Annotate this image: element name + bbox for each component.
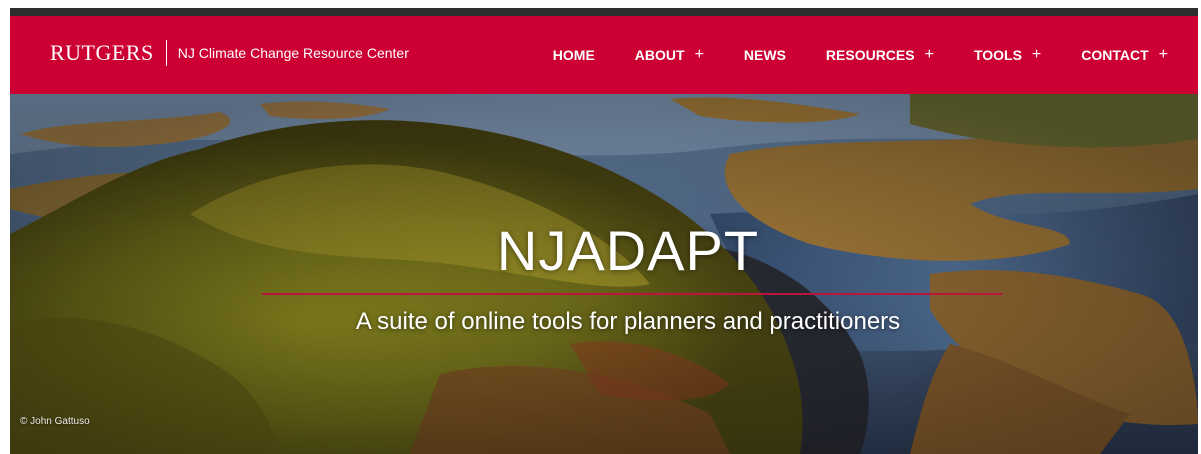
- hero-subtitle: A suite of online tools for planners and…: [355, 308, 901, 335]
- site-title[interactable]: NJ Climate Change Resource Center: [178, 45, 409, 61]
- brand-divider: [165, 40, 167, 66]
- photo-credit: © John Gattuso: [20, 416, 90, 427]
- nav-item-label: ABOUT: [634, 47, 685, 63]
- plus-icon[interactable]: +: [1032, 46, 1041, 64]
- nav-item-label: CONTACT: [1081, 47, 1149, 63]
- hero-title: NJADAPT: [496, 219, 760, 282]
- rutgers-logo[interactable]: RUTGERS: [50, 40, 154, 66]
- nav-item-about[interactable]: ABOUT +: [635, 46, 704, 64]
- hero-divider: [262, 293, 1002, 295]
- page-frame: RUTGERS NJ Climate Change Resource Cente…: [10, 8, 1198, 454]
- main-nav: HOME ABOUT + NEWS RESOURCES + TOOLS + CO…: [513, 46, 1168, 64]
- plus-icon[interactable]: +: [695, 46, 704, 64]
- hero-banner: NJADAPT A suite of online tools for plan…: [10, 94, 1198, 454]
- top-strip: [10, 8, 1198, 16]
- nav-item-label: HOME: [552, 47, 595, 63]
- nav-item-contact[interactable]: CONTACT +: [1081, 46, 1168, 64]
- nav-item-resources[interactable]: RESOURCES +: [826, 46, 934, 64]
- plus-icon[interactable]: +: [925, 46, 934, 64]
- plus-icon[interactable]: +: [1159, 46, 1168, 64]
- nav-item-news[interactable]: NEWS: [744, 47, 786, 63]
- nav-item-label: TOOLS: [973, 47, 1022, 63]
- nav-item-tools[interactable]: TOOLS +: [974, 46, 1041, 64]
- nav-item-home[interactable]: HOME: [553, 47, 595, 63]
- site-header: RUTGERS NJ Climate Change Resource Cente…: [10, 16, 1198, 94]
- nav-item-label: RESOURCES: [825, 47, 915, 63]
- nav-item-label: NEWS: [743, 47, 786, 63]
- brand[interactable]: RUTGERS NJ Climate Change Resource Cente…: [50, 40, 409, 66]
